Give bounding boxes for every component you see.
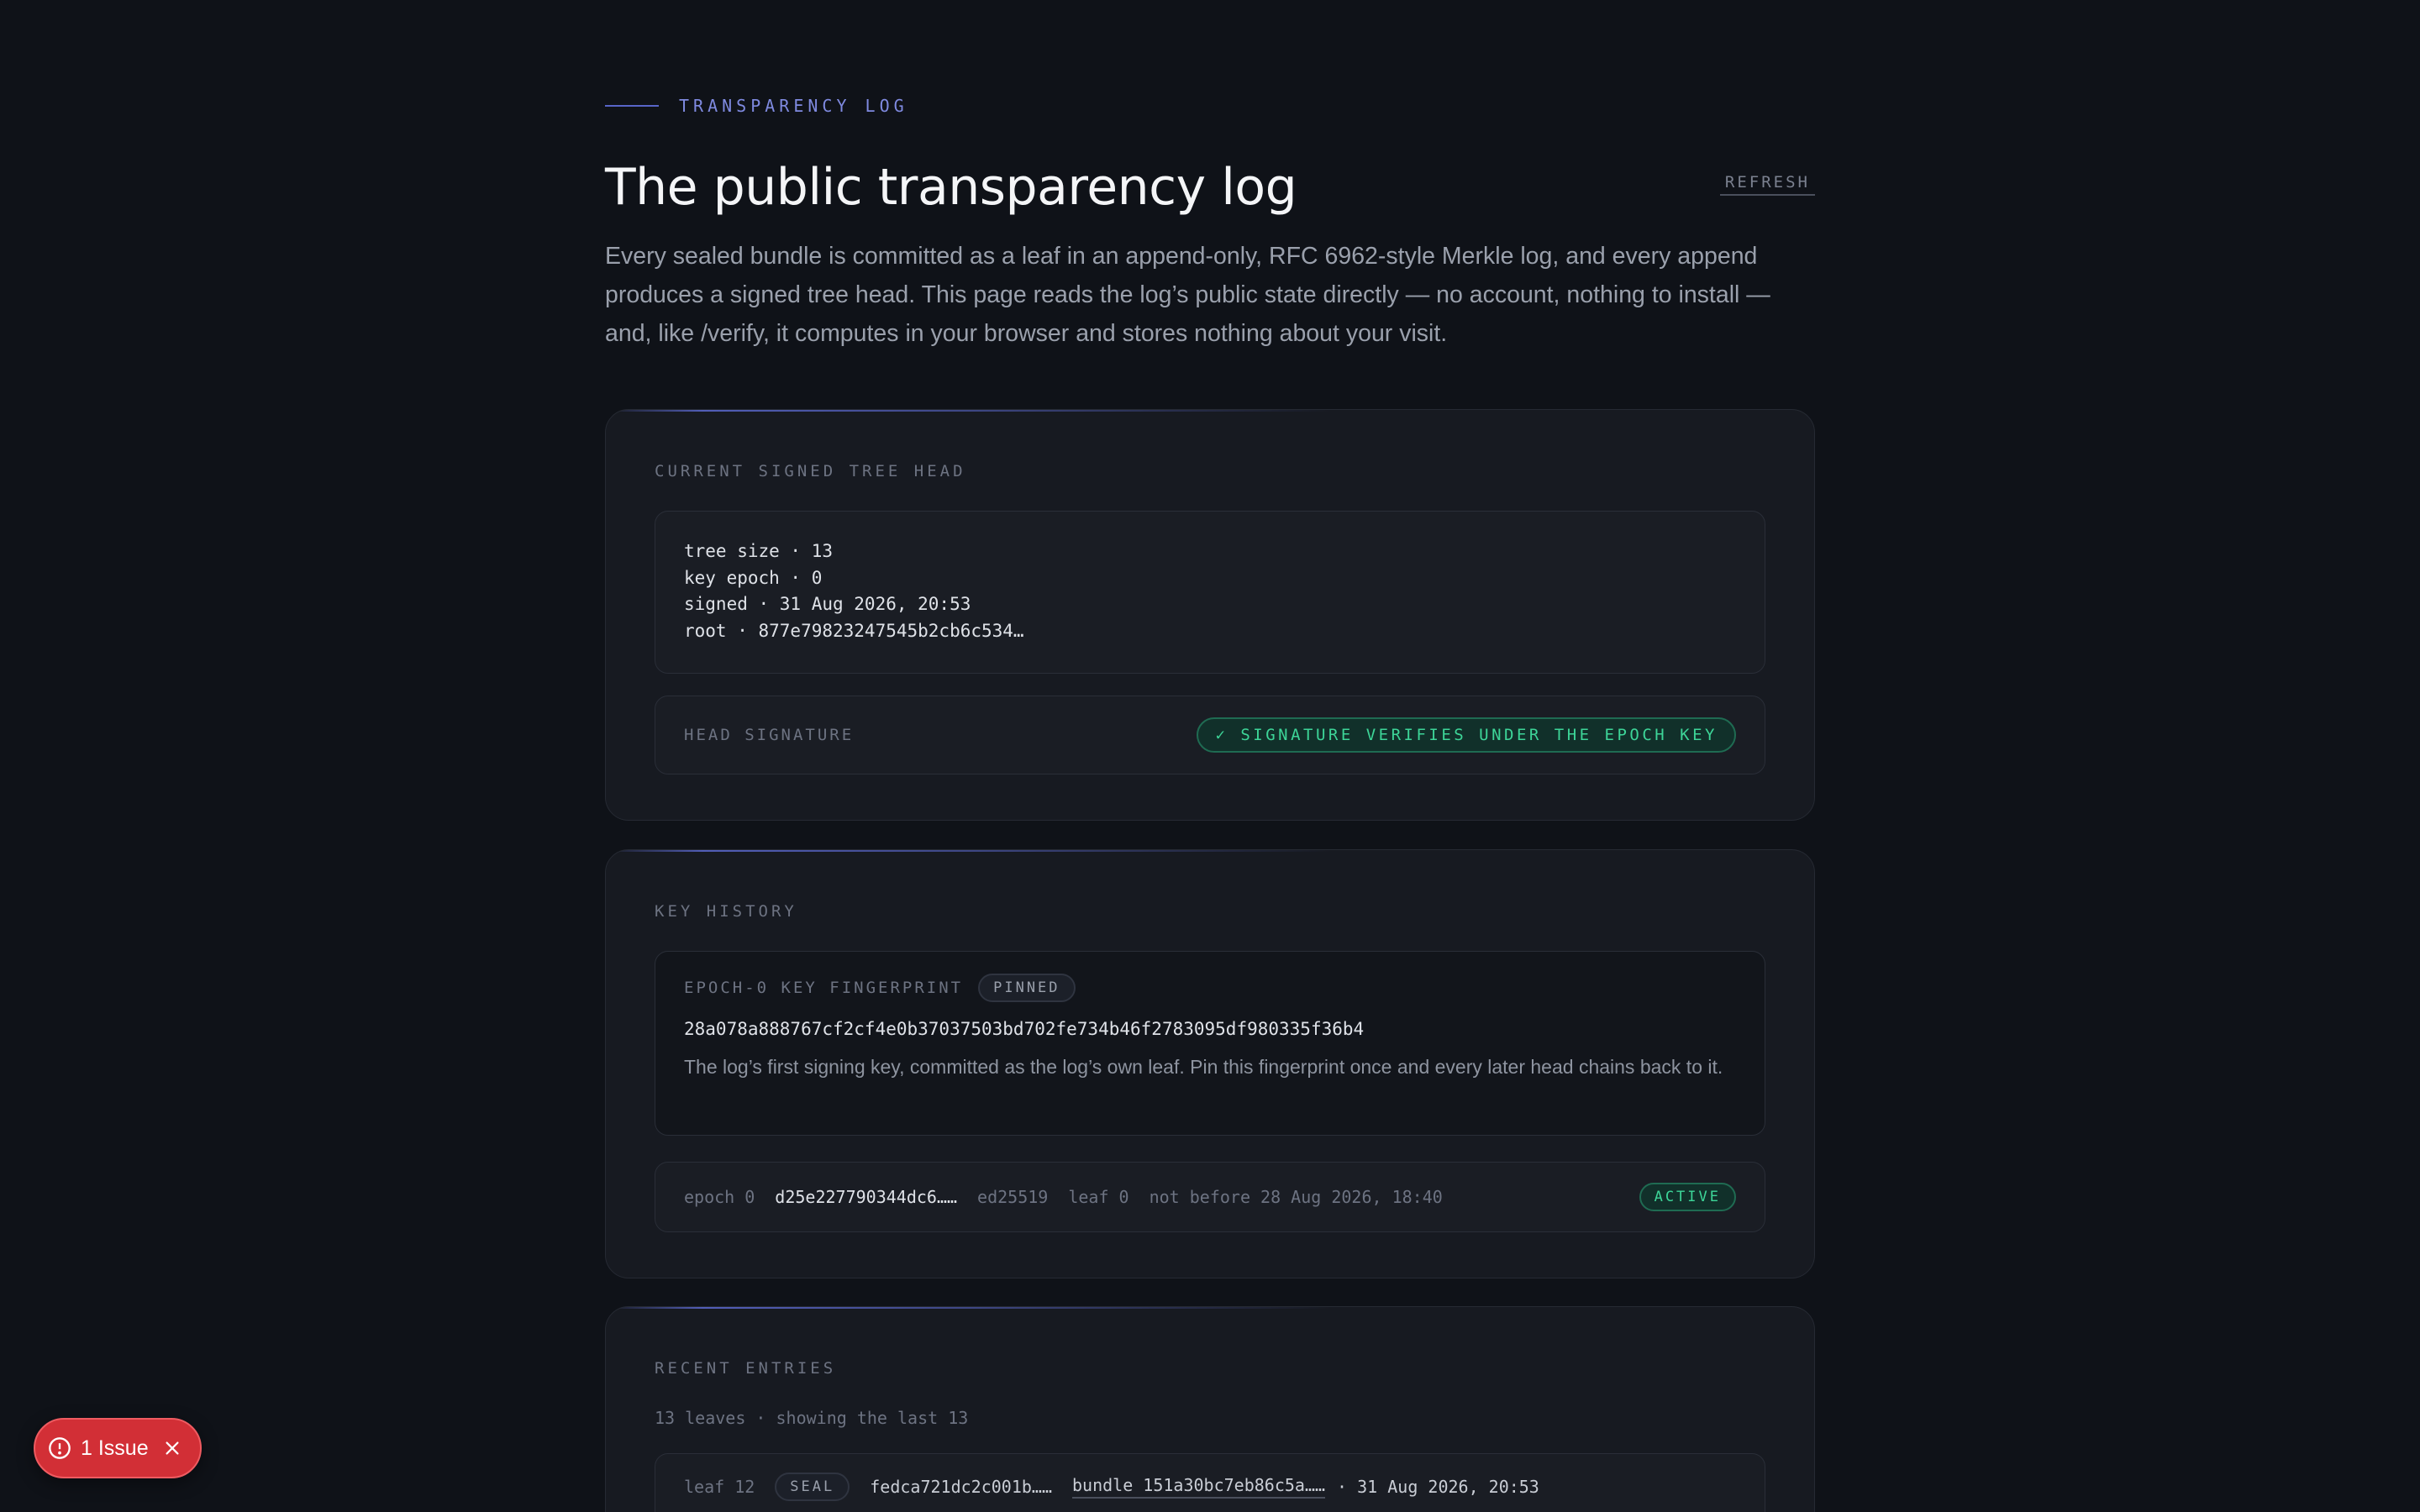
refresh-button[interactable]: REFRESH: [1719, 172, 1815, 196]
epoch-algorithm: ed25519: [977, 1187, 1049, 1207]
recent-entries-card: RECENT ENTRIES 13 leaves · showing the l…: [605, 1306, 1815, 1512]
page-title: The public transparency log: [605, 158, 1297, 217]
signed-time-line: signed · 31 Aug 2026, 20:53: [684, 594, 971, 614]
entry-row: leaf 12 SEAL fedca721dc2c001b…… bundle 1…: [655, 1453, 1765, 1512]
entry-leaf: leaf 12: [684, 1477, 755, 1497]
key-epoch-line: key epoch · 0: [684, 567, 823, 588]
alert-circle-icon: [47, 1436, 72, 1461]
epoch-label: epoch 0: [684, 1187, 755, 1207]
signed-tree-head-card: CURRENT SIGNED TREE HEAD tree size · 13 …: [605, 409, 1815, 821]
root-hash-line: root · 877e79823247545b2cb6c534…: [684, 620, 1024, 641]
entry-type-badge: SEAL: [775, 1473, 850, 1501]
entries-count: 13 leaves · showing the last 13: [655, 1408, 969, 1428]
eyebrow-text: TRANSPARENCY LOG: [679, 96, 908, 116]
fingerprint-label: EPOCH-0 KEY FINGERPRINT: [684, 979, 964, 997]
head-signature-row: HEAD SIGNATURE ✓ SIGNATURE VERIFIES UNDE…: [655, 696, 1765, 774]
pinned-badge: PINNED: [978, 974, 1076, 1002]
fingerprint-description: The log’s first signing key, committed a…: [684, 1056, 1723, 1078]
card-label: RECENT ENTRIES: [655, 1359, 837, 1378]
signature-status-badge: ✓ SIGNATURE VERIFIES UNDER THE EPOCH KEY: [1197, 717, 1736, 753]
entry-hash: fedca721dc2c001b……: [870, 1477, 1052, 1497]
eyebrow: TRANSPARENCY LOG: [605, 96, 908, 116]
intro-text: Every sealed bundle is committed as a le…: [605, 243, 1770, 347]
issue-count-label: 1 Issue: [81, 1436, 149, 1460]
epoch-leaf: leaf 0: [1068, 1187, 1129, 1207]
tree-size-line: tree size · 13: [684, 541, 834, 561]
epoch-row: epoch 0 d25e227790344dc6…… ed25519 leaf …: [655, 1162, 1765, 1232]
issue-toast[interactable]: 1 Issue: [34, 1418, 202, 1478]
entry-time: · 31 Aug 2026, 20:53: [1337, 1477, 1539, 1497]
epoch-not-before: not before 28 Aug 2026, 18:40: [1149, 1187, 1443, 1207]
close-icon[interactable]: [161, 1437, 183, 1459]
epoch-key: d25e227790344dc6……: [775, 1187, 958, 1207]
tree-head-details: tree size · 13 key epoch · 0 signed · 31…: [655, 511, 1765, 674]
card-label: CURRENT SIGNED TREE HEAD: [655, 462, 966, 480]
card-label: KEY HISTORY: [655, 902, 797, 921]
key-fingerprint: 28a078a888767cf2cf4e0b37037503bd702fe734…: [684, 1019, 1365, 1039]
key-fingerprint-panel: EPOCH-0 KEY FINGERPRINT PINNED 28a078a88…: [655, 951, 1765, 1136]
key-history-card: KEY HISTORY EPOCH-0 KEY FINGERPRINT PINN…: [605, 849, 1815, 1278]
epoch-status-badge: ACTIVE: [1639, 1183, 1736, 1211]
eyebrow-line: [605, 105, 659, 107]
head-signature-label: HEAD SIGNATURE: [684, 726, 855, 744]
entry-bundle-link[interactable]: bundle 151a30bc7eb86c5a……: [1072, 1475, 1326, 1499]
